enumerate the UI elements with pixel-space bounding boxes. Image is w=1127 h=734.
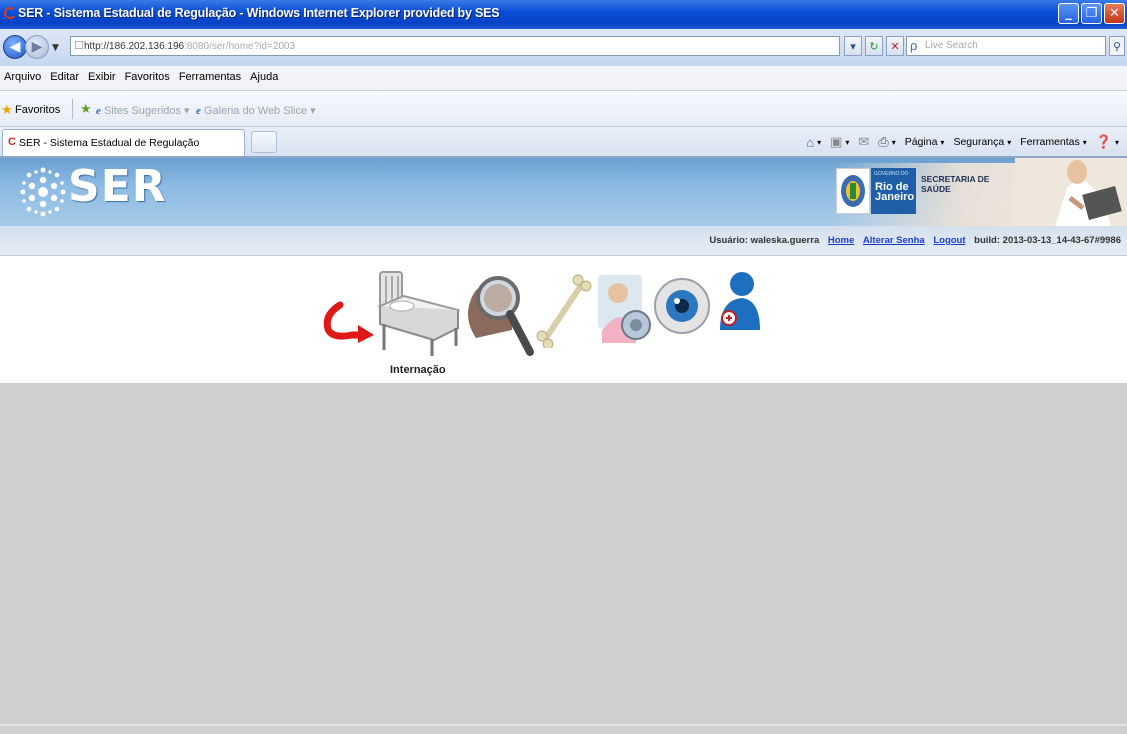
user-info-bar: Usuário: waleska.guerra Home Alterar Sen… [0, 226, 1127, 256]
back-arrow-icon[interactable] [318, 301, 376, 343]
home-button[interactable]: ⌂ ▾ [806, 135, 821, 150]
favorites-bar: ★ Favoritos ★ e Sites Sugeridos ▾ e Gale… [0, 91, 1127, 127]
mail-button[interactable]: ✉ [858, 134, 869, 150]
divider [0, 724, 1127, 726]
doctor-patient-icon[interactable] [590, 271, 654, 351]
favorites-button[interactable]: Favoritos [15, 104, 60, 116]
doctor-photo [1015, 158, 1127, 226]
page-content: SER GOVERNO DO Rio de Janeiro SECRETARIA … [0, 158, 1127, 734]
menu-favoritos[interactable]: Favoritos [121, 66, 175, 83]
seguranca-menu[interactable]: Segurança ▾ [953, 136, 1011, 148]
window-title: SER - Sistema Estadual de Regulação - Wi… [18, 6, 500, 20]
search-icon[interactable]: ⚲ [1109, 36, 1125, 56]
new-tab-button[interactable] [251, 131, 277, 153]
home-link[interactable]: Home [828, 235, 854, 246]
stop-icon[interactable]: ✕ [886, 36, 904, 56]
divider [72, 99, 73, 119]
bone-icon[interactable] [536, 274, 592, 348]
site-header: SER GOVERNO DO Rio de Janeiro SECRETARIA … [0, 158, 1127, 226]
page-icon: ☐ [74, 40, 84, 52]
mail-icon: ✉ [858, 134, 870, 149]
web-slice-gallery-link[interactable]: e Galeria do Web Slice ▾ [196, 104, 316, 117]
secretaria-saude-label: SECRETARIA DE SAÚDE [921, 174, 990, 194]
ie-page-icon: e [196, 105, 201, 117]
internacao-label: Internação [390, 364, 446, 376]
tab-ser[interactable]: C SER - Sistema Estadual de Regulação [2, 129, 245, 156]
ie-page-icon: e [96, 105, 101, 117]
live-search-icon: ρ [910, 38, 918, 53]
recent-pages-dropdown[interactable]: ▼ [52, 43, 59, 53]
address-toolbar: ◀ ▶ ▼ ☐http://186.202.136.196:8080/ser/h… [0, 29, 1127, 67]
print-button[interactable]: ⎙ ▾ [878, 134, 895, 150]
ser-logo-text: SER [68, 161, 167, 212]
favorites-star-icon: ★ [1, 102, 13, 117]
tab-bar: C SER - Sistema Estadual de Regulação ⌂ ▾… [0, 127, 1127, 158]
back-button[interactable]: ◀ [3, 35, 27, 59]
menu-exibir[interactable]: Exibir [84, 66, 121, 83]
address-input[interactable]: ☐http://186.202.136.196:8080/ser/home?id… [70, 36, 840, 56]
build-info: build: 2013-03-13_14-43-67#9986 [974, 235, 1121, 246]
help-button[interactable]: ❓ ▾ [1096, 134, 1119, 150]
menu-arquivo[interactable]: Arquivo [0, 66, 46, 83]
url-host: http://186.202.136.196 [84, 41, 185, 52]
rj-coat-of-arms-icon [836, 168, 870, 214]
user-line: Usuário: waleska.guerra Home Alterar Sen… [709, 235, 1121, 246]
feeds-icon: ▣ [830, 134, 843, 149]
menu-ferramentas[interactable]: Ferramentas [175, 66, 246, 83]
logout-link[interactable]: Logout [933, 235, 965, 246]
tab-title: SER - Sistema Estadual de Regulação [19, 137, 200, 149]
search-placeholder: Live Search [925, 40, 978, 51]
print-icon: ⎙ [878, 134, 889, 149]
ferramentas-menu[interactable]: Ferramentas ▾ [1020, 136, 1087, 148]
module-icons-panel: Internação [0, 256, 1127, 383]
add-favorite-icon[interactable]: ★ [80, 101, 92, 117]
menu-ajuda[interactable]: Ajuda [246, 66, 283, 83]
home-icon: ⌂ [806, 134, 815, 150]
address-dropdown-button[interactable]: ▾ [844, 36, 862, 56]
maximize-button[interactable]: ❐ [1081, 3, 1102, 24]
eye-icon[interactable] [652, 276, 712, 336]
alterar-senha-link[interactable]: Alterar Senha [863, 235, 925, 246]
suggested-sites-link[interactable]: e Sites Sugeridos ▾ [96, 104, 190, 117]
forward-button[interactable]: ▶ [25, 35, 49, 59]
rj-government-logo: GOVERNO DO Rio de Janeiro [871, 168, 916, 214]
user-label: Usuário: waleska.guerra [709, 235, 820, 246]
window-title-bar[interactable]: SER - Sistema Estadual de Regulação - Wi… [0, 0, 1127, 29]
magnifier-head-icon[interactable] [462, 268, 534, 356]
tab-favicon: C [8, 136, 16, 148]
patient-person-icon[interactable] [716, 268, 762, 334]
minimize-button[interactable]: _ [1058, 3, 1079, 24]
ser-logo-icon [20, 167, 66, 217]
url-path: :8080/ser/home?id=2003 [184, 41, 296, 52]
refresh-icon[interactable]: ↻ [865, 36, 883, 56]
pagina-menu[interactable]: Página ▾ [905, 136, 945, 148]
ie-window-icon [4, 7, 15, 19]
feeds-button[interactable]: ▣ ▾ [830, 134, 849, 150]
close-button[interactable]: ✕ [1104, 3, 1125, 24]
help-icon: ❓ [1095, 134, 1112, 149]
menu-bar: Arquivo Editar Exibir Favoritos Ferramentas A… [0, 66, 1127, 91]
search-input[interactable]: ρ Live Search [906, 36, 1106, 56]
internacao-bed-icon[interactable] [374, 266, 460, 358]
menu-editar[interactable]: Editar [46, 66, 84, 83]
